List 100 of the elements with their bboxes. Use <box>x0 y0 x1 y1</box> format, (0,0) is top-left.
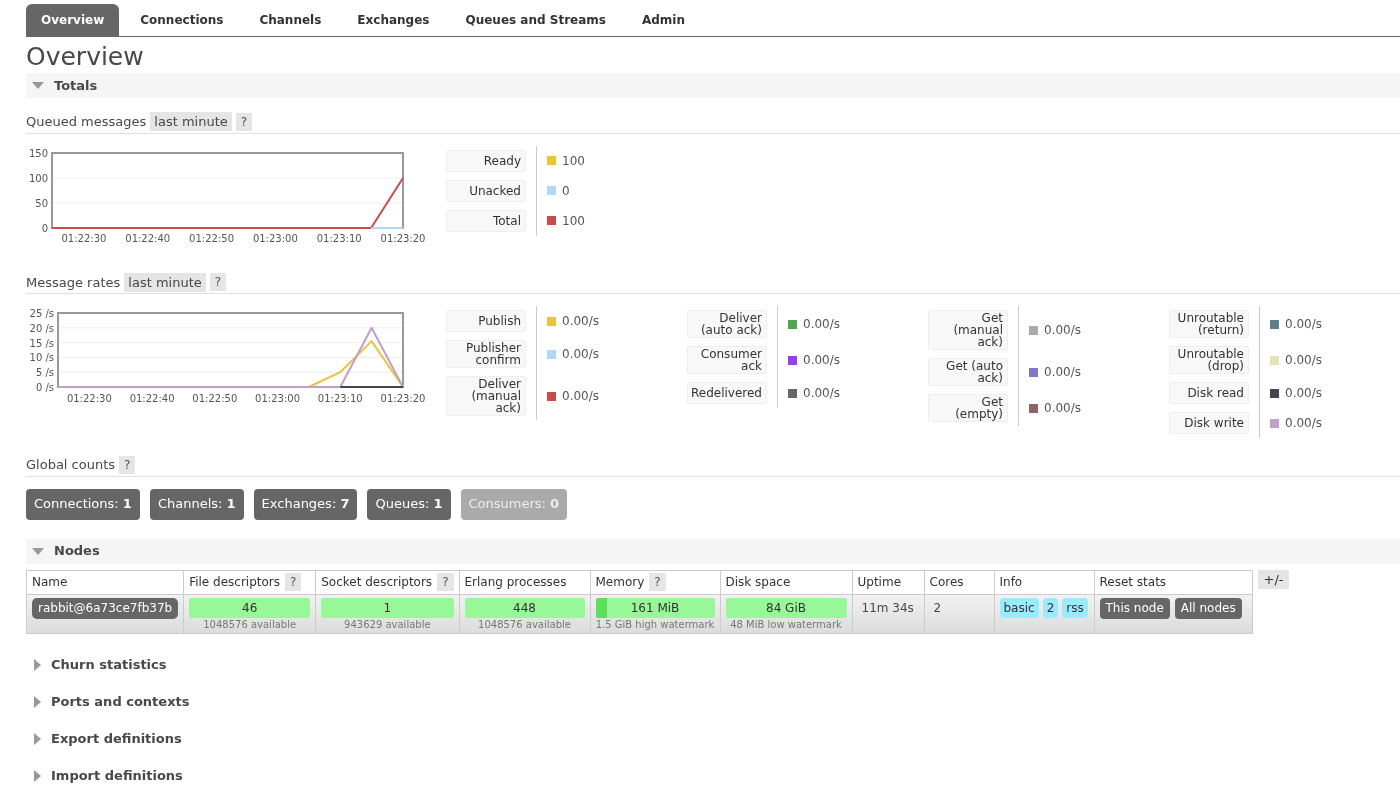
usage-note: 1.5 GiB high watermark <box>595 617 715 631</box>
legend-label: Disk read <box>1169 382 1249 404</box>
legend-label: Deliver (auto ack) <box>687 310 767 338</box>
legend-label: Publisher confirm <box>446 340 526 368</box>
axis-label: 01:23:10 <box>317 393 363 404</box>
usage-value: 1 <box>383 599 392 616</box>
section-toggle[interactable]: Churn statistics <box>26 652 167 678</box>
help-button[interactable]: ? <box>235 112 253 131</box>
help-button[interactable]: ? <box>649 573 666 591</box>
tab[interactable]: Admin <box>626 4 700 36</box>
legend-value: 0.00/s <box>1044 400 1081 417</box>
column-header: Socket descriptors <box>321 574 433 591</box>
expanded-triangle-icon <box>32 547 44 555</box>
legend-label: Unacked <box>446 179 526 202</box>
section-toggle[interactable]: Ports and contexts <box>26 689 190 715</box>
usage-note: 1048576 available <box>202 617 298 631</box>
help-button[interactable]: ? <box>285 573 302 591</box>
legend-value: 100 <box>562 212 585 230</box>
axis-label: 15 /s <box>29 337 54 349</box>
axis-label: 0 <box>41 222 48 234</box>
axis-label: 100 <box>28 172 48 184</box>
range-button[interactable]: last minute <box>150 112 232 132</box>
legend-label: Redelivered <box>687 382 767 404</box>
axis-label: 20 /s <box>29 322 54 334</box>
expanded-triangle-icon <box>32 82 44 89</box>
legend-value: 0.00/s <box>1285 415 1322 432</box>
axis-label: 01:22:30 <box>61 232 107 244</box>
axis-label: 01:23:20 <box>380 232 426 244</box>
axis-label: 01:22:50 <box>189 232 234 244</box>
usage-note: 1048576 available <box>477 617 572 631</box>
legend-value: 0 <box>562 182 570 200</box>
count-button[interactable]: Connections: 1 <box>26 488 140 520</box>
tab[interactable]: Overview <box>26 4 120 36</box>
legend-value: 0.00/s <box>803 385 840 402</box>
tab[interactable]: Queues and Streams <box>450 4 621 36</box>
axis-label: 01:23:00 <box>255 393 300 404</box>
axis-label: 10 /s <box>29 352 54 364</box>
legend-value: 0.00/s <box>1044 364 1081 381</box>
axis-label: 25 /s <box>29 308 54 319</box>
tab[interactable]: Connections <box>125 4 239 36</box>
legend-value: 0.00/s <box>562 313 599 330</box>
count-button[interactable]: Exchanges: 7 <box>253 488 358 520</box>
range-button[interactable]: last minute <box>124 272 206 292</box>
legend-label: Get (manual ack) <box>928 310 1008 350</box>
column-header: Disk space <box>725 574 791 591</box>
subsection-label: Message rates <box>26 273 121 292</box>
legend-label: Deliver (manual ack) <box>446 376 526 416</box>
column-header: Name <box>32 574 68 591</box>
legend-label: Consumer ack <box>687 346 767 374</box>
axis-label: 01:22:40 <box>129 393 175 404</box>
axis-label: 01:23:20 <box>380 393 426 404</box>
tab[interactable]: Exchanges <box>342 4 445 36</box>
usage-note: 48 MiB low watermark <box>729 617 843 631</box>
legend-value: 0.00/s <box>803 316 840 333</box>
section-toggle[interactable]: Nodes <box>26 538 1400 564</box>
info-badge: basic <box>999 597 1039 618</box>
legend-label: Ready <box>446 149 526 172</box>
help-button[interactable]: ? <box>119 455 136 474</box>
help-button[interactable]: ? <box>209 273 227 292</box>
axis-label: 01:22:50 <box>192 393 238 404</box>
legend-label: Get (empty) <box>928 394 1008 422</box>
count-button[interactable]: Channels: 1 <box>149 488 244 520</box>
subsection-label: Queued messages <box>26 113 147 131</box>
columns-toggle-button[interactable]: +/- <box>1257 569 1290 589</box>
column-header: Info <box>999 574 1023 591</box>
usage-value: 84 GiB <box>766 599 806 616</box>
axis-label: 5 /s <box>35 367 54 379</box>
axis-label: 150 <box>28 147 48 159</box>
axis-label: 01:23:00 <box>252 232 298 244</box>
legend-value: 0.00/s <box>1285 316 1322 333</box>
column-header: File descriptors <box>189 574 281 591</box>
table-cell-text: 2 <box>932 600 943 615</box>
legend-label: Publish <box>446 310 526 332</box>
legend-value: 0.00/s <box>1285 352 1322 369</box>
axis-label: 01:22:40 <box>125 232 171 244</box>
help-button[interactable]: ? <box>437 573 454 591</box>
section-toggle[interactable]: Totals <box>26 73 1400 98</box>
count-button[interactable]: Queues: 1 <box>367 488 451 520</box>
column-header: Reset stats <box>1099 574 1167 591</box>
usage-value: 46 <box>242 599 258 616</box>
legend-value: 0.00/s <box>562 388 599 405</box>
collapsed-triangle-icon <box>34 659 41 671</box>
info-badge: rss <box>1062 597 1088 618</box>
column-header: Erlang processes <box>464 574 567 591</box>
axis-label: 50 <box>35 197 48 209</box>
reset-button[interactable]: All nodes <box>1174 597 1242 619</box>
legend-label: Disk write <box>1169 412 1249 434</box>
column-header: Uptime <box>857 574 901 591</box>
section-toggle[interactable]: Import definitions <box>26 763 183 789</box>
reset-button[interactable]: This node <box>1099 597 1170 619</box>
section-toggle[interactable]: Export definitions <box>26 726 182 752</box>
legend-label: Unroutable (drop) <box>1169 346 1249 374</box>
collapsed-triangle-icon <box>34 770 41 782</box>
legend-value: 100 <box>562 152 585 170</box>
tab[interactable]: Channels <box>244 4 337 36</box>
usage-note: 943629 available <box>343 617 432 631</box>
info-badge: 2 <box>1042 597 1059 618</box>
subsection-label: Global counts <box>26 456 116 474</box>
table-cell-text: 11m 34s <box>860 600 915 615</box>
node-link[interactable]: rabbit@6a73ce7fb37b <box>32 597 179 619</box>
